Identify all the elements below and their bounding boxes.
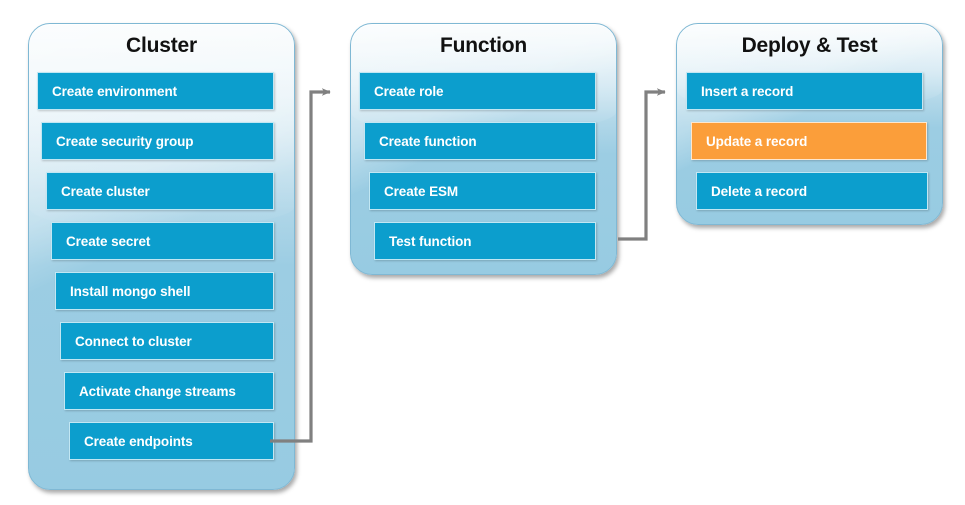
- group-title-deploy-test: Deploy & Test: [741, 34, 878, 57]
- step-create-esm[interactable]: Create ESM: [369, 172, 596, 210]
- step-create-endpoints[interactable]: Create endpoints: [69, 422, 274, 460]
- step-install-mongo-shell[interactable]: Install mongo shell: [55, 272, 274, 310]
- step-create-secret[interactable]: Create secret: [51, 222, 274, 260]
- step-create-function[interactable]: Create function: [364, 122, 596, 160]
- step-connect-to-cluster[interactable]: Connect to cluster: [60, 322, 274, 360]
- step-label: Create role: [374, 83, 444, 99]
- step-label: Update a record: [706, 133, 808, 149]
- step-label: Insert a record: [701, 83, 794, 99]
- step-label: Create endpoints: [84, 433, 193, 449]
- step-label: Test function: [389, 233, 472, 249]
- step-label: Connect to cluster: [75, 333, 192, 349]
- step-create-cluster[interactable]: Create cluster: [46, 172, 274, 210]
- step-label: Create cluster: [61, 183, 150, 199]
- step-label: Create secret: [66, 233, 151, 249]
- step-test-function[interactable]: Test function: [374, 222, 596, 260]
- step-create-security-group[interactable]: Create security group: [41, 122, 274, 160]
- step-insert-a-record[interactable]: Insert a record: [686, 72, 923, 110]
- step-create-environment[interactable]: Create environment: [37, 72, 274, 110]
- step-delete-a-record[interactable]: Delete a record: [696, 172, 928, 210]
- arrow-function-to-deploy-test: [618, 88, 666, 241]
- step-create-role[interactable]: Create role: [359, 72, 596, 110]
- step-label: Create security group: [56, 133, 194, 149]
- step-label: Create environment: [52, 83, 177, 99]
- step-label: Create ESM: [384, 183, 459, 199]
- step-label: Create function: [379, 133, 477, 149]
- group-title-function: Function: [439, 34, 528, 57]
- diagram-canvas: Cluster Create environment Create securi…: [0, 0, 965, 505]
- step-label: Delete a record: [711, 183, 808, 199]
- step-label: Install mongo shell: [70, 283, 191, 299]
- step-update-a-record[interactable]: Update a record: [691, 122, 927, 160]
- step-activate-change-streams[interactable]: Activate change streams: [64, 372, 274, 410]
- step-label: Activate change streams: [79, 383, 236, 399]
- group-title-cluster: Cluster: [126, 34, 197, 57]
